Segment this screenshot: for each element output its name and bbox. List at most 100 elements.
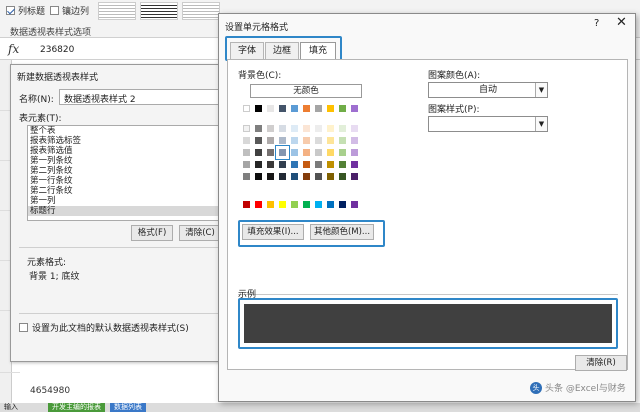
- banded-cols-checkbox[interactable]: 镶边列: [50, 4, 89, 17]
- color-swatch[interactable]: [255, 149, 262, 156]
- color-swatch[interactable]: [327, 137, 334, 144]
- color-swatch[interactable]: [327, 173, 334, 180]
- color-swatch[interactable]: [303, 173, 310, 180]
- color-swatch[interactable]: [327, 105, 334, 112]
- pattern-color-select[interactable]: 自动 ▼: [428, 82, 548, 98]
- color-swatch[interactable]: [327, 201, 334, 208]
- color-swatch[interactable]: [267, 173, 274, 180]
- color-swatch[interactable]: [351, 201, 358, 208]
- color-swatch[interactable]: [267, 137, 274, 144]
- color-swatch[interactable]: [303, 161, 310, 168]
- color-swatch[interactable]: [255, 201, 262, 208]
- sheet-tab[interactable]: 数据列表: [110, 403, 146, 412]
- color-swatch[interactable]: [351, 173, 358, 180]
- color-swatch[interactable]: [279, 137, 286, 144]
- close-icon[interactable]: ✕: [616, 15, 627, 30]
- color-swatch[interactable]: [255, 105, 262, 112]
- pivot-style-thumbnail[interactable]: [140, 2, 178, 20]
- format-button[interactable]: 格式(F): [131, 225, 173, 241]
- color-swatch[interactable]: [303, 137, 310, 144]
- list-item[interactable]: 报表筛选值: [28, 146, 230, 156]
- color-swatch[interactable]: [315, 105, 322, 112]
- pattern-style-select[interactable]: ▼: [428, 116, 548, 132]
- color-swatch[interactable]: [351, 161, 358, 168]
- list-item[interactable]: 整个表: [28, 126, 230, 136]
- sheet-tab[interactable]: 输入: [0, 403, 22, 412]
- list-item-selected[interactable]: 标题行: [28, 206, 230, 216]
- color-swatch[interactable]: [291, 161, 298, 168]
- color-swatch[interactable]: [315, 125, 322, 132]
- color-swatch[interactable]: [303, 149, 310, 156]
- color-swatch[interactable]: [351, 105, 358, 112]
- color-swatch[interactable]: [243, 201, 250, 208]
- list-item[interactable]: 第一列条纹: [28, 156, 230, 166]
- color-swatch[interactable]: [243, 137, 250, 144]
- color-swatch[interactable]: [339, 125, 346, 132]
- list-item[interactable]: 第二行条纹: [28, 186, 230, 196]
- formula-value[interactable]: 236820: [40, 45, 74, 55]
- color-swatch[interactable]: [327, 125, 334, 132]
- list-item[interactable]: 第一列: [28, 196, 230, 206]
- color-swatch[interactable]: [339, 161, 346, 168]
- help-icon[interactable]: ?: [594, 18, 599, 29]
- color-swatch[interactable]: [279, 173, 286, 180]
- sheet-tab[interactable]: 开发主编的报表: [48, 403, 105, 412]
- color-swatch[interactable]: [291, 125, 298, 132]
- list-item[interactable]: 第一行条纹: [28, 176, 230, 186]
- fill-effects-button[interactable]: 填充效果(I)...: [242, 224, 304, 240]
- tab-fill[interactable]: 填充: [300, 42, 336, 60]
- more-colors-button[interactable]: 其他颜色(M)...: [310, 224, 374, 240]
- color-swatch[interactable]: [279, 201, 286, 208]
- color-swatch[interactable]: [267, 105, 274, 112]
- clear-fill-button[interactable]: 清除(R): [575, 355, 627, 371]
- color-swatch[interactable]: [291, 201, 298, 208]
- color-swatch[interactable]: [255, 125, 262, 132]
- no-color-button[interactable]: 无颜色: [250, 84, 362, 98]
- color-swatch[interactable]: [315, 149, 322, 156]
- color-swatch[interactable]: [339, 173, 346, 180]
- color-swatch[interactable]: [351, 125, 358, 132]
- cell-value[interactable]: 4654980: [30, 386, 70, 396]
- tab-font[interactable]: 字体: [230, 42, 264, 60]
- color-swatch[interactable]: [351, 149, 358, 156]
- style-name-input[interactable]: 数据透视表样式 2: [59, 89, 231, 105]
- color-swatch[interactable]: [267, 201, 274, 208]
- color-swatch[interactable]: [315, 161, 322, 168]
- color-swatch[interactable]: [327, 149, 334, 156]
- color-swatch[interactable]: [279, 105, 286, 112]
- color-swatch[interactable]: [291, 105, 298, 112]
- list-item[interactable]: 第二列条纹: [28, 166, 230, 176]
- color-swatch[interactable]: [303, 201, 310, 208]
- color-swatch[interactable]: [243, 125, 250, 132]
- clear-button[interactable]: 清除(C): [179, 225, 221, 241]
- pivot-style-thumbnail[interactable]: [182, 2, 220, 20]
- pivot-style-thumbnail[interactable]: [98, 2, 136, 20]
- color-swatch[interactable]: [255, 161, 262, 168]
- color-swatch[interactable]: [279, 161, 286, 168]
- color-swatch[interactable]: [267, 161, 274, 168]
- color-swatch[interactable]: [243, 149, 250, 156]
- row-headers-checkbox[interactable]: 列标题: [6, 4, 45, 17]
- color-swatch[interactable]: [255, 137, 262, 144]
- tab-border[interactable]: 边框: [265, 42, 299, 60]
- color-swatch[interactable]: [339, 137, 346, 144]
- color-swatch[interactable]: [339, 149, 346, 156]
- color-swatch[interactable]: [303, 105, 310, 112]
- color-swatch[interactable]: [255, 173, 262, 180]
- color-swatch[interactable]: [351, 137, 358, 144]
- color-swatch[interactable]: [243, 105, 250, 112]
- color-swatch[interactable]: [267, 149, 274, 156]
- color-swatch[interactable]: [291, 173, 298, 180]
- table-elements-list[interactable]: 整个表 报表筛选标签 报表筛选值 第一列条纹 第二列条纹 第一行条纹 第二行条纹…: [27, 125, 231, 221]
- list-item[interactable]: 报表筛选标签: [28, 136, 230, 146]
- color-swatch[interactable]: [243, 161, 250, 168]
- color-swatch[interactable]: [315, 173, 322, 180]
- color-swatch[interactable]: [327, 161, 334, 168]
- color-swatch[interactable]: [315, 137, 322, 144]
- fx-icon[interactable]: fx: [8, 42, 19, 56]
- color-swatch[interactable]: [267, 125, 274, 132]
- color-swatch[interactable]: [315, 201, 322, 208]
- color-swatch[interactable]: [279, 125, 286, 132]
- color-swatch[interactable]: [243, 173, 250, 180]
- color-swatch[interactable]: [339, 105, 346, 112]
